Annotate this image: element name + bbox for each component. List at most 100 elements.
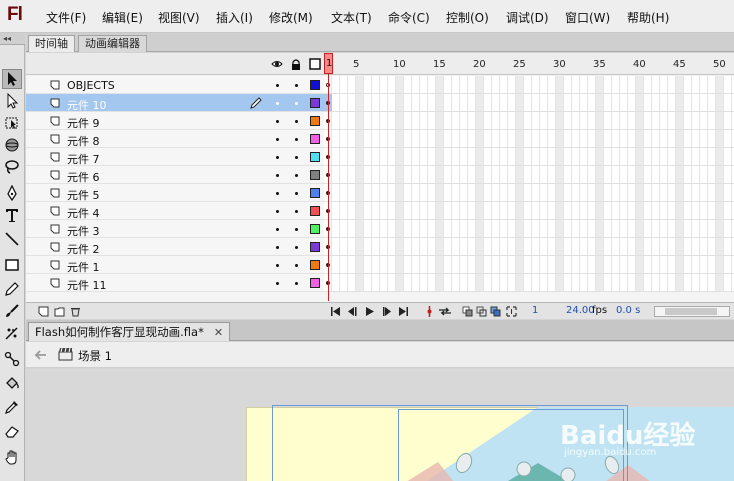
frame-column[interactable] (708, 76, 716, 292)
frame-column[interactable] (588, 76, 596, 292)
frame-column[interactable] (476, 76, 484, 292)
visibility-dot[interactable] (276, 264, 279, 267)
lock-dot[interactable] (295, 120, 298, 123)
menu-control[interactable]: 控制(O) (446, 9, 489, 26)
current-frame-readout[interactable]: 1 (532, 305, 538, 316)
layer-row-11[interactable]: 元件 11 (26, 274, 324, 292)
visibility-dot[interactable] (276, 282, 279, 285)
outline-color-swatch[interactable] (310, 206, 320, 216)
frame-column[interactable] (524, 76, 532, 292)
delete-layer-icon[interactable] (70, 306, 81, 317)
go-last-frame-icon[interactable] (398, 306, 409, 317)
lock-dot[interactable] (295, 282, 298, 285)
lock-dot[interactable] (295, 102, 298, 105)
lock-dot[interactable] (295, 174, 298, 177)
keyframe-dot[interactable] (326, 245, 330, 249)
frame-column[interactable] (364, 76, 372, 292)
layer-row-7[interactable]: 元件 7 (26, 148, 324, 166)
menu-window[interactable]: 窗口(W) (565, 9, 610, 26)
pen-tool-icon[interactable] (2, 183, 22, 203)
deco-tool-icon[interactable] (2, 323, 22, 343)
lasso-tool-icon[interactable] (2, 157, 22, 177)
keyframe-dot[interactable] (326, 209, 330, 213)
menu-edit[interactable]: 编辑(E) (102, 9, 143, 26)
keyframe-dot[interactable] (326, 173, 330, 177)
keyframe-dot[interactable] (326, 137, 330, 141)
keyframe-dot[interactable] (326, 227, 330, 231)
outline-color-swatch[interactable] (310, 170, 320, 180)
frame-column[interactable] (620, 76, 628, 292)
frame-column[interactable] (604, 76, 612, 292)
stage-area[interactable] (26, 369, 734, 481)
menu-debug[interactable]: 调试(D) (506, 9, 549, 26)
frame-column[interactable] (460, 76, 468, 292)
lock-dot[interactable] (295, 228, 298, 231)
frame-column[interactable] (468, 76, 476, 292)
outline-color-swatch[interactable] (310, 224, 320, 234)
visibility-dot[interactable] (276, 102, 279, 105)
hand-tool-icon[interactable] (2, 447, 22, 467)
document-tab[interactable]: Flash如何制作客厅显现动画.fla* ✕ (28, 322, 231, 341)
menu-commands[interactable]: 命令(C) (388, 9, 430, 26)
outline-color-swatch[interactable] (310, 98, 320, 108)
new-folder-icon[interactable] (54, 306, 65, 317)
frame-column[interactable] (668, 76, 676, 292)
close-icon[interactable]: ✕ (214, 326, 223, 339)
center-frame-icon[interactable] (424, 306, 435, 317)
eyedropper-tool-icon[interactable] (2, 397, 22, 417)
frame-column[interactable] (684, 76, 692, 292)
scrollbar-thumb[interactable] (665, 308, 717, 315)
frame-column[interactable] (636, 76, 644, 292)
step-forward-icon[interactable] (382, 306, 393, 317)
outline-color-swatch[interactable] (310, 80, 320, 90)
layer-row-4[interactable]: 元件 4 (26, 202, 324, 220)
bone-tool-icon[interactable] (2, 349, 22, 369)
onion-skin-outlines-icon[interactable] (476, 306, 487, 317)
eraser-tool-icon[interactable] (2, 421, 22, 441)
frame-column[interactable] (428, 76, 436, 292)
collapse-toolbar-grip[interactable]: ◂◂ (0, 33, 25, 45)
lock-dot[interactable] (295, 264, 298, 267)
frame-column[interactable] (388, 76, 396, 292)
visibility-dot[interactable] (276, 120, 279, 123)
keyframe-dot[interactable] (326, 119, 330, 123)
frame-column[interactable] (396, 76, 404, 292)
frame-column[interactable] (356, 76, 364, 292)
keyframe-dot[interactable] (326, 263, 330, 267)
rectangle-tool-icon[interactable] (2, 255, 22, 275)
lock-dot[interactable] (295, 246, 298, 249)
frame-column[interactable] (556, 76, 564, 292)
go-first-frame-icon[interactable] (330, 306, 341, 317)
frame-column[interactable] (340, 76, 348, 292)
outline-color-swatch[interactable] (310, 278, 320, 288)
keyframe-dot[interactable] (326, 101, 330, 105)
frame-column[interactable] (612, 76, 620, 292)
layer-row-1[interactable]: 元件 1 (26, 256, 324, 274)
visibility-dot[interactable] (276, 84, 279, 87)
step-back-icon[interactable] (346, 306, 357, 317)
frame-column[interactable] (700, 76, 708, 292)
lock-dot[interactable] (295, 192, 298, 195)
modify-onion-markers-icon[interactable] (506, 306, 517, 317)
menu-insert[interactable]: 插入(I) (216, 9, 253, 26)
brush-tool-icon[interactable] (2, 301, 22, 321)
layer-row-10[interactable]: 元件 10 (26, 94, 324, 112)
layer-row-objects[interactable]: OBJECTS (26, 76, 324, 94)
outline-color-swatch[interactable] (310, 188, 320, 198)
menu-modify[interactable]: 修改(M) (269, 9, 313, 26)
lock-dot[interactable] (295, 84, 298, 87)
show-hide-eye-icon[interactable] (271, 58, 283, 70)
keyframe-dot[interactable] (326, 191, 330, 195)
frame-column[interactable] (372, 76, 380, 292)
visibility-dot[interactable] (276, 156, 279, 159)
frame-column[interactable] (572, 76, 580, 292)
frame-column[interactable] (548, 76, 556, 292)
lock-icon[interactable] (290, 58, 302, 70)
lock-dot[interactable] (295, 138, 298, 141)
menu-file[interactable]: 文件(F) (46, 9, 86, 26)
frame-column[interactable] (628, 76, 636, 292)
frame-column[interactable] (644, 76, 652, 292)
layer-row-2[interactable]: 元件 2 (26, 238, 324, 256)
frame-column[interactable] (564, 76, 572, 292)
free-transform-tool-icon[interactable] (2, 113, 22, 133)
